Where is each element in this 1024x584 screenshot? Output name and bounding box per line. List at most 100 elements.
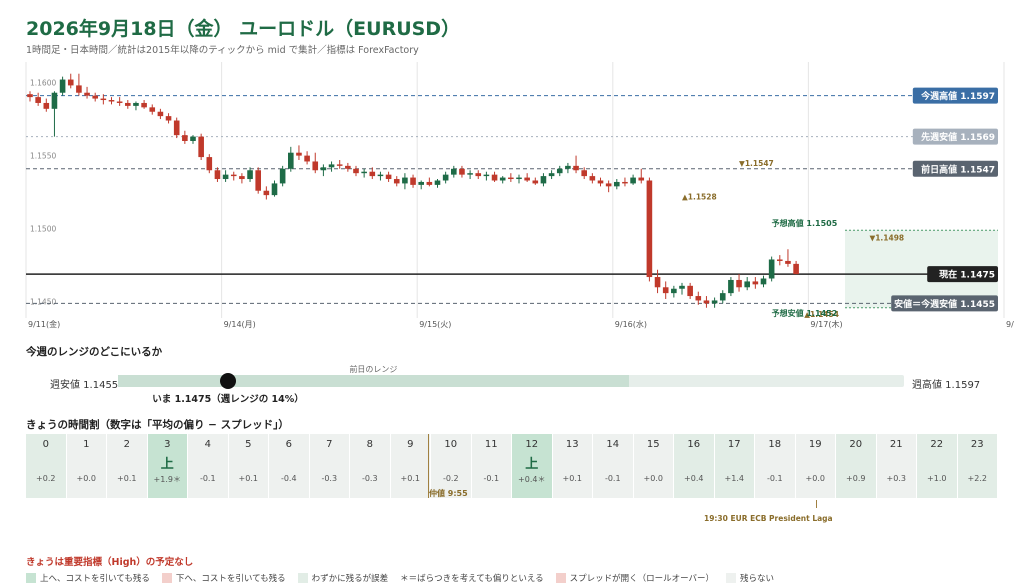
hour-value: +0.1	[400, 474, 420, 483]
hour-value: +0.9	[846, 474, 866, 483]
hour-value: +0.0	[76, 474, 96, 483]
candle-body	[516, 177, 522, 180]
hour-cell: 11 -0.1	[471, 434, 512, 498]
predicted-low-label: 予想安値 1.1452	[772, 308, 838, 318]
candle-body	[532, 180, 539, 184]
legend: 上へ、コストを引いても残る 下へ、コストを引いても残る わずかに残るが誤差 ＊＝ばらつ…	[26, 572, 786, 584]
range-section-title: 今週のレンジのどこにいるか	[26, 346, 163, 358]
hour-number: 1	[83, 439, 90, 450]
legend-swatch	[161, 573, 172, 583]
candle-body	[263, 190, 270, 196]
candle-body	[141, 102, 147, 108]
candle-body	[540, 176, 547, 184]
hour-cell: 8 -0.3	[350, 434, 391, 498]
candle-body	[744, 281, 750, 288]
hour-number: 10	[444, 439, 458, 450]
legend-swatch	[555, 573, 566, 583]
candle-body	[198, 136, 204, 158]
candle-body	[662, 287, 669, 294]
hour-number: 20	[849, 439, 863, 450]
today-high-annotation: ▼1.1498	[869, 233, 904, 242]
candle-body	[581, 170, 587, 177]
hour-cell: 9 +0.1	[390, 434, 431, 498]
hour-value: +1.4	[724, 474, 744, 483]
hour-cell: 12 上 +0.4＊	[512, 434, 553, 498]
hours-section-title: きょうの時間割（数字は「平均の偏り − スプレッド」）	[26, 419, 289, 431]
hour-number: 22	[930, 439, 944, 450]
candle-body	[59, 79, 66, 93]
candle-body	[508, 177, 514, 180]
candle-body	[35, 97, 41, 103]
week-range-bar	[118, 373, 904, 389]
x-tick-label: 9/16(水)	[615, 319, 647, 329]
hour-value: +1.9＊	[153, 475, 181, 484]
y-tick-label: 1.1500	[30, 225, 56, 234]
hour-cell: 23 +2.2	[957, 434, 998, 498]
candle-body	[565, 165, 571, 169]
candle-body	[703, 300, 710, 304]
event-label: 19:30 EUR ECB President Laga	[704, 514, 833, 523]
reference-line-label: 今週高値 1.1597	[920, 90, 995, 102]
legend-label: 下へ、コストを引いても残る	[175, 574, 286, 584]
candle-body	[687, 285, 693, 297]
hour-number: 5	[245, 439, 252, 450]
candle-body	[736, 279, 742, 288]
candle-body	[499, 177, 506, 181]
candle-body	[336, 164, 343, 166]
candle-body	[573, 165, 579, 171]
hour-cell: 1 +0.0	[66, 434, 107, 498]
hour-number: 19	[808, 439, 822, 450]
candle-body	[173, 120, 180, 136]
hour-cell: 4 -0.1	[188, 434, 229, 498]
hour-cell: 16 +0.4	[674, 434, 715, 498]
hour-cell: 18 -0.1	[755, 434, 796, 498]
candle-body	[418, 181, 424, 185]
candle-body	[597, 180, 604, 184]
hour-value: -0.1	[199, 474, 216, 483]
candle-body	[320, 167, 327, 171]
candle-body	[711, 300, 718, 304]
candle-body	[125, 102, 131, 106]
candle-body	[116, 101, 123, 103]
x-tick-label: 9/15(火)	[419, 320, 451, 329]
candle-body	[622, 181, 628, 184]
x-tick-label: 9/11(金)	[28, 319, 60, 329]
hour-value: +0.4＊	[518, 475, 546, 484]
candle-body	[434, 180, 441, 185]
legend-item: スプレッドが開く（ロールオーバー）	[555, 572, 714, 584]
hour-cell: 17 +1.4	[714, 434, 755, 498]
hour-value: +0.2	[36, 474, 56, 483]
candle-body	[548, 173, 555, 177]
hour-value: -0.1	[604, 474, 621, 483]
hour-cell: 6 -0.4	[269, 434, 310, 498]
candle-body	[467, 173, 473, 175]
candle-body	[654, 277, 661, 288]
hour-direction: 上	[525, 457, 539, 472]
hour-number: 23	[970, 439, 984, 450]
previous-day-range	[118, 375, 629, 387]
candle-body	[247, 170, 253, 180]
candle-body	[279, 168, 286, 184]
hour-cell: 5 +0.1	[228, 434, 269, 498]
candle-body	[426, 181, 433, 185]
candle-body	[165, 116, 172, 121]
reference-line-label: 安値＝今週安値 1.1455	[894, 298, 995, 310]
legend-label: 残らない	[740, 574, 775, 584]
candle-body	[491, 174, 498, 181]
previous-low-annotation: ▲1.1528	[682, 193, 717, 202]
candle-body	[442, 174, 449, 181]
candle-body	[67, 79, 74, 86]
hour-number: 18	[768, 439, 782, 450]
candle-body	[377, 174, 384, 177]
hour-table: 0 +0.2 1 +0.0 2 +0.1 3 上 +1.9＊ 4 -0.1 5 +0.1 6 -0.4 7 -0…	[26, 434, 998, 498]
reference-line-label: 現在 1.1475	[939, 269, 995, 281]
candle-body	[410, 177, 416, 185]
legend-item: 上へ、コストを引いても残る	[26, 572, 150, 584]
hour-number: 0	[42, 439, 49, 450]
hour-number: 17	[727, 439, 741, 450]
candle-body	[214, 170, 221, 180]
candle-body	[752, 281, 759, 285]
candle-body	[679, 285, 685, 289]
candle-body	[556, 168, 563, 174]
candle-body	[589, 176, 596, 181]
